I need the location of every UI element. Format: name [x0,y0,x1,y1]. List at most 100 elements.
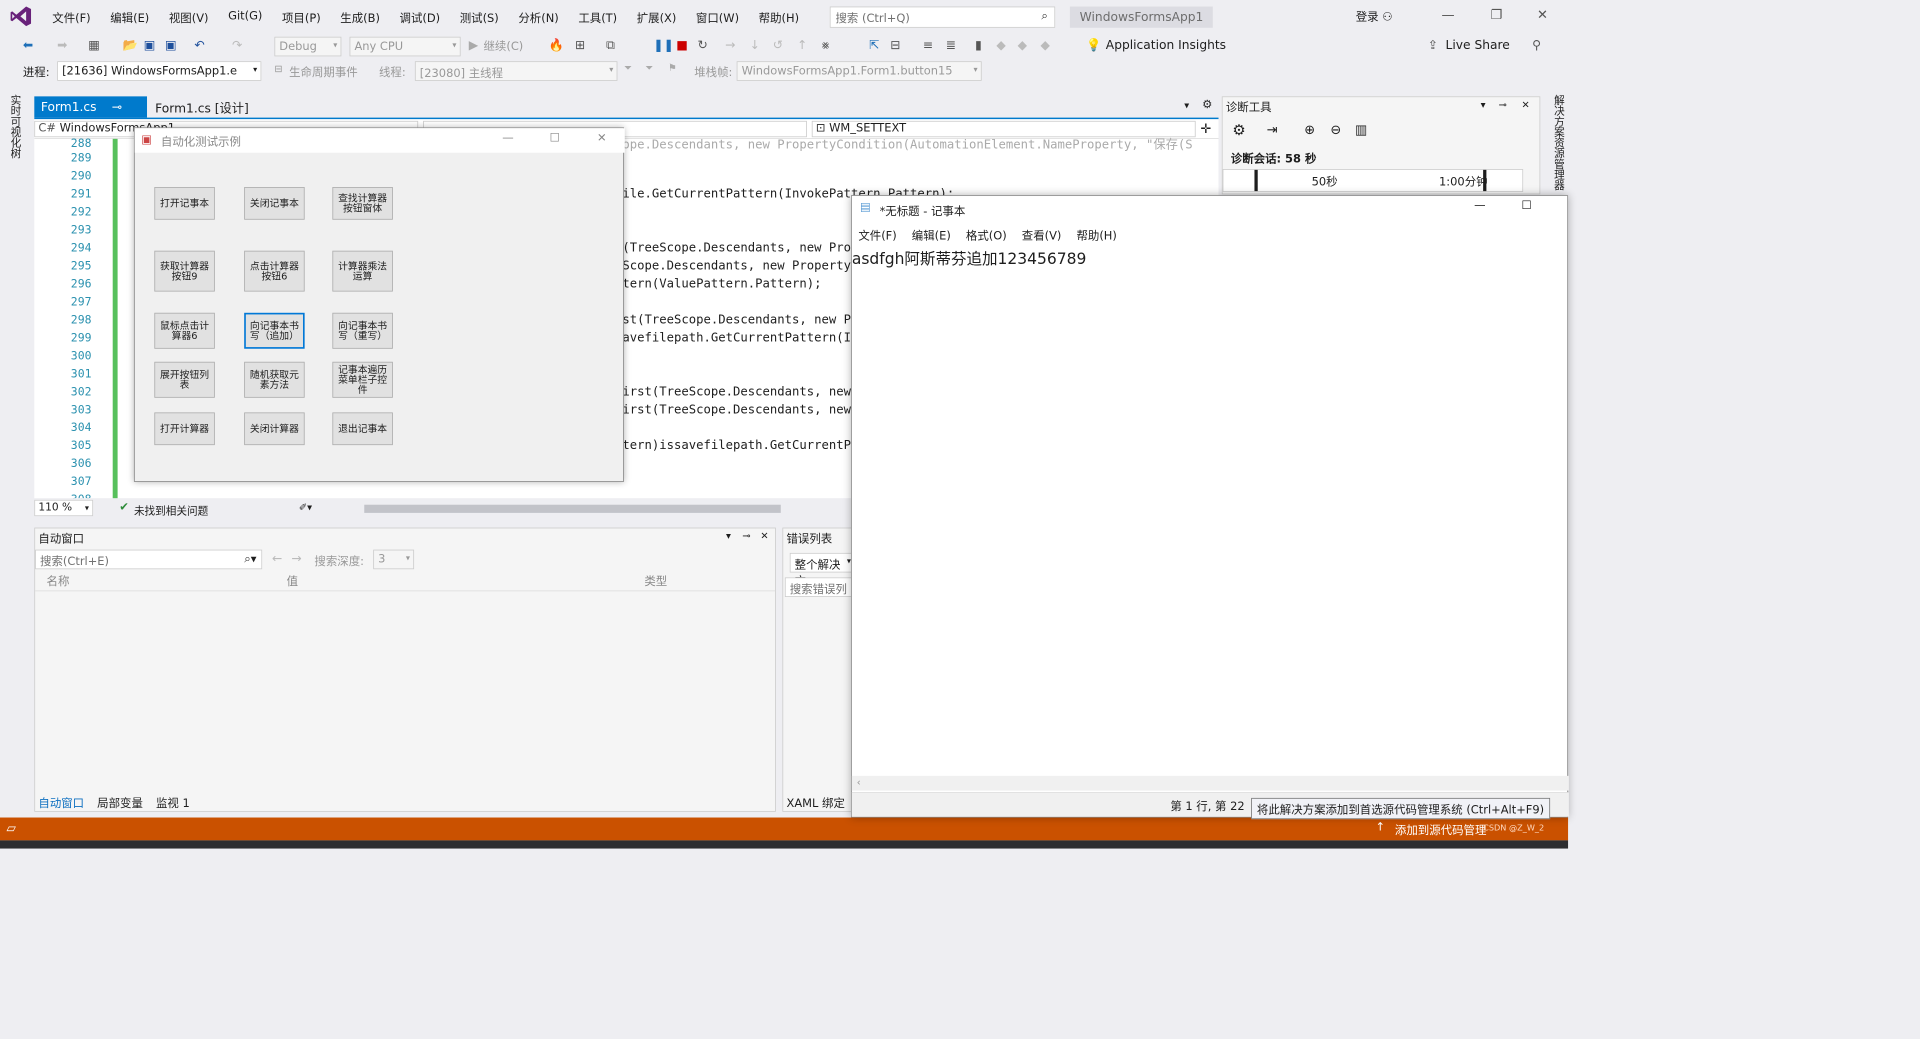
diag-pin-icon[interactable]: ⊸ [1499,99,1507,110]
np-menu-help[interactable]: 帮助(H) [1076,229,1116,242]
find-calculator-window-button[interactable]: 查找计算器按钮窗体 [332,187,393,220]
menu-debug[interactable]: 调试(D) [390,10,450,26]
menu-git[interactable]: Git(G) [218,10,272,26]
live-share-button[interactable]: Live Share [1446,38,1510,53]
mouse-click-calc6-button[interactable]: 鼠标点击计算器6 [154,312,215,349]
notepad-text-area[interactable]: asdfgh阿斯蒂芬追加123456789 [852,247,1569,775]
find-icon[interactable]: ⊞ [575,38,585,53]
notepad-menu-children-button[interactable]: 记事本遍历菜单栏子控件 [332,361,393,398]
open-folder-icon[interactable]: 📂 [123,38,138,53]
issues-status[interactable]: 未找到相关问题 [134,502,208,518]
menu-window[interactable]: 窗口(W) [686,10,749,26]
filter-icon[interactable]: ⏷ [624,62,632,74]
app-insights-button[interactable]: Application Insights [1106,38,1226,53]
menu-extensions[interactable]: 扩展(X) [627,10,686,26]
prev-bookmark-icon[interactable]: ◆ [996,38,1005,53]
calc-multiply-button[interactable]: 计算器乘法运算 [332,250,393,292]
uncomment-icon[interactable]: ≣ [946,38,956,53]
login-button[interactable]: 登录 ⚇ [1356,8,1393,24]
tab-form1-designer[interactable]: Form1.cs [设计] [149,96,256,117]
menu-project[interactable]: 项目(P) [272,10,330,26]
minimize-icon[interactable]: — [1441,7,1454,23]
menu-view[interactable]: 视图(V) [159,10,218,26]
form-maximize-icon[interactable]: ☐ [550,131,560,144]
diag-export-icon[interactable]: ⇥ [1267,122,1278,138]
scroll-left-icon[interactable]: ‹ [857,777,861,788]
col-type[interactable]: 类型 [644,573,667,589]
platform-select[interactable]: Any CPU [349,36,461,57]
np-menu-format[interactable]: 格式(O) [966,229,1007,242]
get-calc-button9-button[interactable]: 获取计算器按钮9 [154,250,215,292]
next-bookmark-icon[interactable]: ◆ [1018,38,1027,53]
solution-explorer-tab[interactable]: 解决方案资源管理器 [1550,95,1566,191]
np-menu-edit[interactable]: 编辑(E) [912,229,951,242]
bookmark-icon[interactable]: ▮ [975,38,982,53]
comment-icon[interactable]: ≡ [923,38,933,53]
save-all-icon[interactable]: ▣ [165,38,177,53]
thread-select[interactable]: [23080] 主线程 [414,61,618,81]
continue-button[interactable]: 继续(C) [483,38,523,54]
expand-button-list-button[interactable]: 展开按钮列表 [154,361,215,398]
depth-select[interactable]: 3 [373,549,415,570]
error-search-input[interactable]: 搜索错误列 [784,577,857,598]
tab-watch1[interactable]: 监视 1 [156,797,190,810]
zoom-select[interactable]: 110 % [34,499,94,517]
forward-icon[interactable]: ➡ [57,38,67,53]
menu-tools[interactable]: 工具(T) [569,10,627,26]
autos-close-icon[interactable]: ✕ [760,530,768,541]
step-back-icon[interactable]: ↺ [773,38,783,53]
feedback-icon[interactable]: ⚲ [1532,38,1541,53]
restart-icon[interactable]: ↻ [697,38,707,53]
notepad-maximize-icon[interactable]: ☐ [1522,199,1532,212]
autos-dropdown-icon[interactable]: ▾ [726,530,731,541]
chart-icon[interactable]: ▥ [1355,122,1367,138]
menu-help[interactable]: 帮助(H) [749,10,809,26]
tab-locals[interactable]: 局部变量 [97,797,143,810]
exit-notepad-button[interactable]: 退出记事本 [332,412,393,446]
step-over-icon[interactable]: → [725,38,735,53]
stop-icon[interactable]: ■ [676,38,688,53]
add-to-source-control-button[interactable]: 添加到源代码管理 [1395,822,1486,838]
notepad-minimize-icon[interactable]: — [1474,199,1485,212]
zoom-in-icon[interactable]: ⊕ [1304,122,1315,138]
quick-launch-search[interactable]: 搜索 (Ctrl+Q) ⌕ [829,6,1056,28]
search-back-icon[interactable]: ← [272,551,282,566]
col-value[interactable]: 值 [287,573,298,589]
notepad-append-button[interactable]: 向记事本书写（追加） [244,312,305,349]
error-scope-select[interactable]: 整个解决方 [789,552,856,588]
close-notepad-button[interactable]: 关闭记事本 [244,187,305,220]
stack-frame-select[interactable]: WindowsFormsApp1.Form1.button15 [736,61,982,81]
code-cleanup-icon[interactable]: ✐▾ [299,501,312,512]
config-select[interactable]: Debug [274,36,342,57]
pause-icon[interactable]: ❚❚ [653,38,674,53]
horizontal-scrollbar[interactable] [364,504,781,513]
close-calculator-button[interactable]: 关闭计算器 [244,412,305,446]
step-out-icon[interactable]: ↑ [797,38,807,53]
play-icon[interactable]: ▶ [469,38,478,53]
new-project-icon[interactable]: ▦ [88,38,100,53]
hex-icon[interactable]: ⨳ [822,38,830,53]
filter-clear-icon[interactable]: ⏷ [645,62,653,74]
menu-build[interactable]: 生成(B) [330,10,389,26]
split-icon[interactable]: ✛ [1201,121,1212,137]
tab-form1-cs[interactable]: Form1.cs ⊸ ✕ [34,96,148,129]
menu-test[interactable]: 测试(S) [450,10,509,26]
thread-icon[interactable]: ⇱ [869,38,879,53]
layout-icon[interactable]: ⊟ [890,38,900,53]
pin-icon[interactable]: ⊸ [112,100,122,115]
random-get-element-button[interactable]: 随机获取元素方法 [244,361,305,398]
autos-pin-icon[interactable]: ⊸ [742,530,750,541]
flag-icon[interactable]: ⚑ [668,62,677,73]
menu-analyze[interactable]: 分析(N) [509,10,569,26]
zoom-out-icon[interactable]: ⊖ [1330,122,1341,138]
diag-settings-icon[interactable]: ⚙ [1232,122,1245,139]
hot-reload-icon[interactable]: 🔥 [549,38,564,53]
search-forward-icon[interactable]: → [292,551,302,566]
open-calculator-button[interactable]: 打开计算器 [154,412,215,446]
tab-dropdown-icon[interactable]: ▾ [1184,100,1189,111]
np-menu-file[interactable]: 文件(F) [858,229,896,242]
tab-xaml-binding[interactable]: XAML 绑定 [786,795,844,811]
notepad-overwrite-button[interactable]: 向记事本书写（重写） [332,312,393,349]
click-calc-button6-button[interactable]: 点击计算器按钮6 [244,250,305,292]
diag-dropdown-icon[interactable]: ▾ [1481,99,1486,110]
